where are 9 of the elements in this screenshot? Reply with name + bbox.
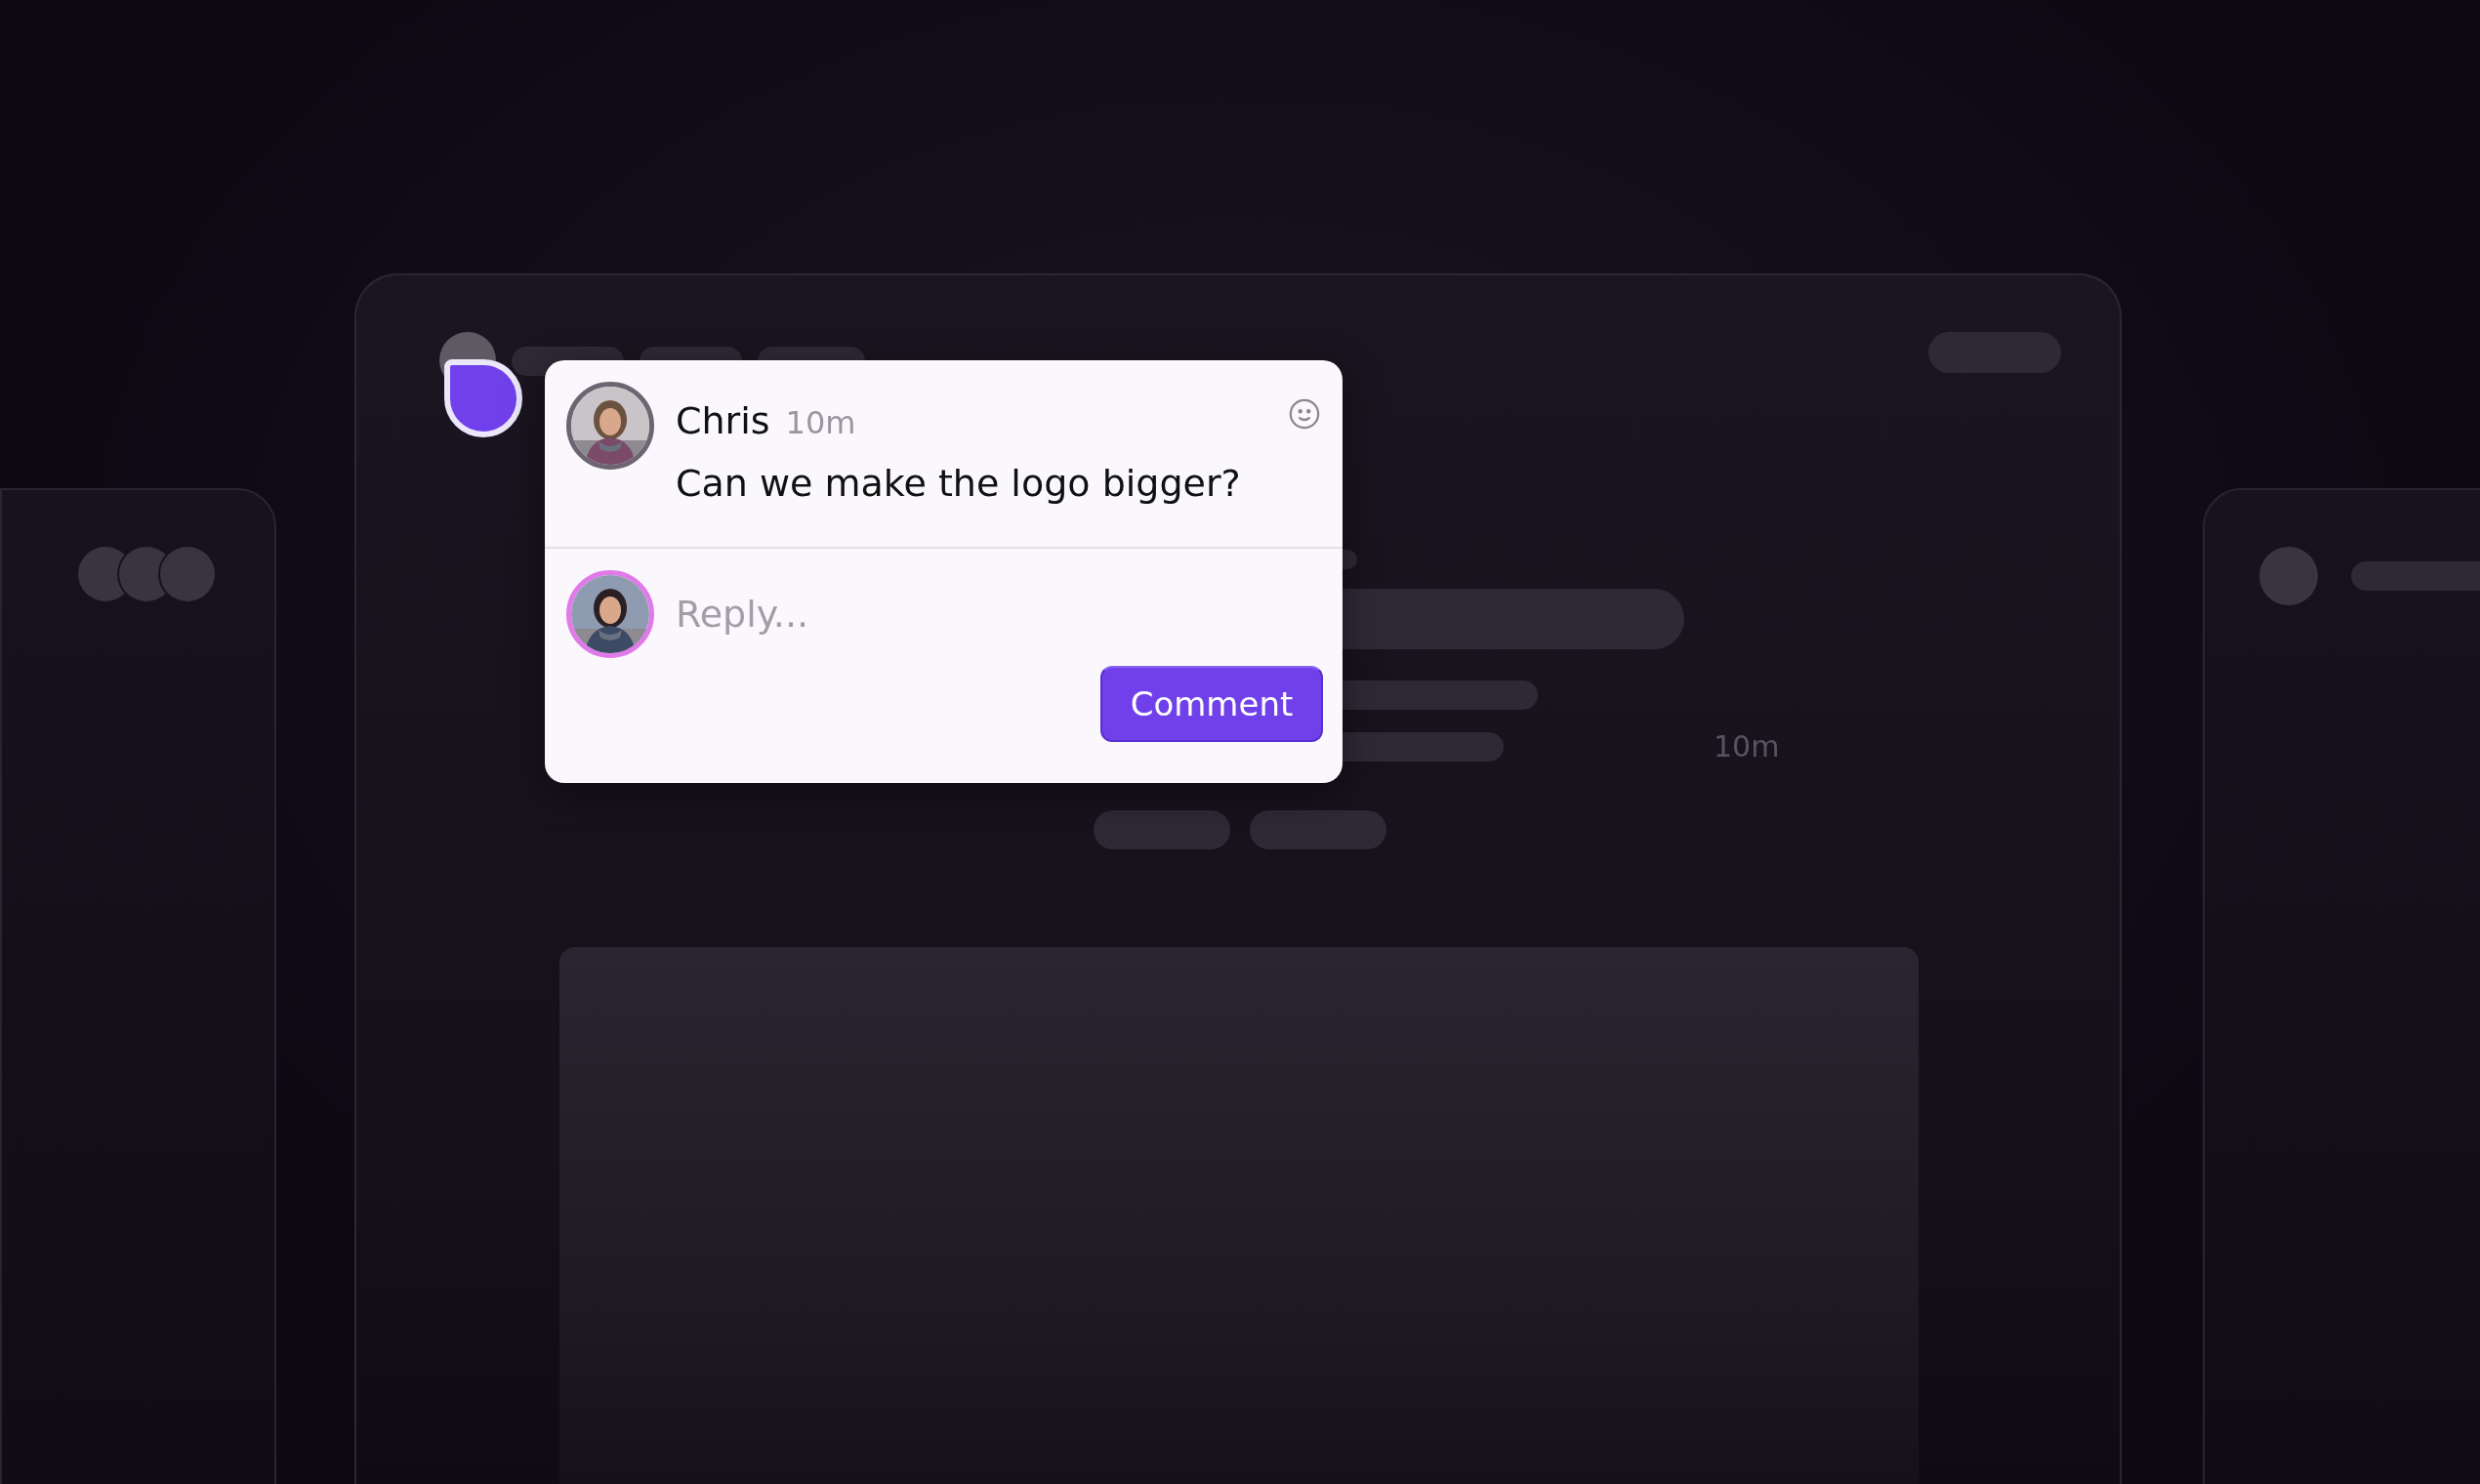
emoji-icon[interactable] <box>1288 397 1321 431</box>
timestamp: 10m <box>1714 729 1780 763</box>
comment-text: Can we make the logo bigger? <box>676 462 1242 505</box>
author-name: Chris <box>676 399 770 442</box>
comment-button[interactable]: Comment <box>1100 666 1323 742</box>
reply-field[interactable]: Reply... <box>676 593 1222 636</box>
avatar-placeholder <box>160 547 215 601</box>
comment-time: 10m <box>785 404 856 441</box>
avatar-placeholder <box>2259 547 2318 605</box>
